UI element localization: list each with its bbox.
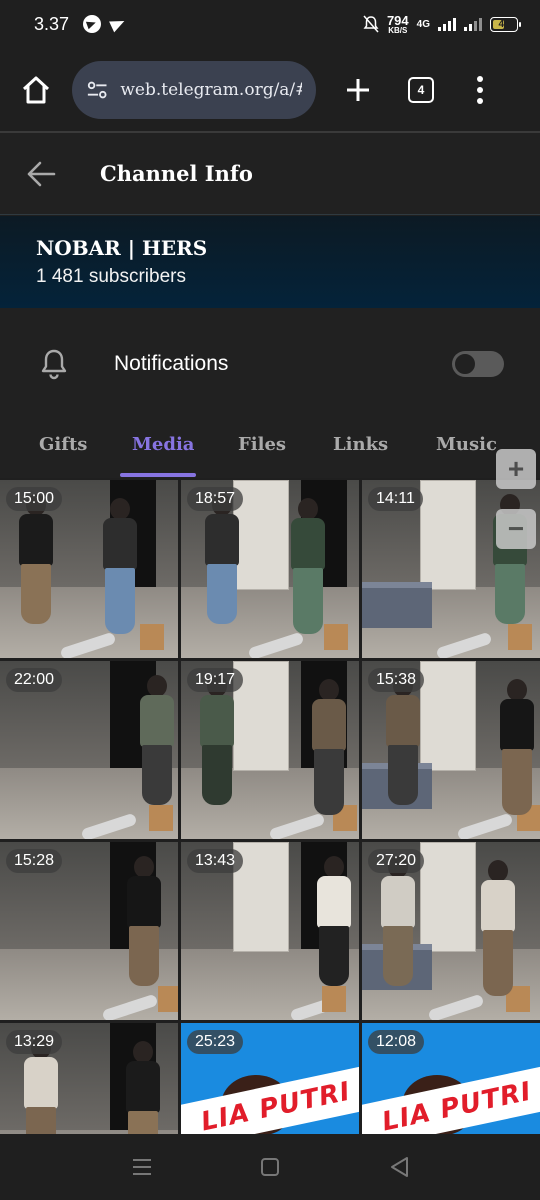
video-duration-badge: 15:38 bbox=[368, 668, 425, 692]
signal-icon-2 bbox=[464, 17, 482, 31]
media-thumbnail[interactable]: 19:17 bbox=[181, 661, 359, 839]
video-duration-badge: 15:00 bbox=[6, 487, 63, 511]
channel-name: NOBAR | HERS bbox=[36, 236, 208, 260]
shared-media-tabs: Gifts Media Files Links Music bbox=[0, 420, 540, 478]
video-duration-badge: 19:17 bbox=[187, 668, 244, 692]
notifications-toggle[interactable] bbox=[452, 351, 504, 377]
tab-switcher-button[interactable]: 4 bbox=[408, 77, 434, 103]
media-thumbnail[interactable]: 13:29 bbox=[0, 1023, 178, 1134]
media-thumbnail[interactable]: 13:43 bbox=[181, 842, 359, 1020]
back-arrow-icon[interactable] bbox=[26, 159, 56, 189]
system-nav-bar bbox=[0, 1134, 540, 1200]
video-duration-badge: 25:23 bbox=[187, 1030, 244, 1054]
url-text: web.telegram.org/a/#- bbox=[120, 80, 302, 100]
media-thumbnail[interactable]: 15:00 bbox=[0, 480, 178, 658]
status-time: 3.37 bbox=[34, 13, 70, 34]
telegram-notification-icon bbox=[83, 15, 102, 33]
video-duration-badge: 13:43 bbox=[187, 849, 244, 873]
network-speed: 794 KB/S bbox=[386, 12, 409, 35]
media-thumbnail[interactable]: 15:28 bbox=[0, 842, 178, 1020]
tab-media[interactable]: Media bbox=[132, 434, 194, 455]
site-settings-icon[interactable] bbox=[86, 78, 108, 102]
telegram-plane-icon bbox=[109, 15, 127, 33]
video-duration-badge: 13:29 bbox=[6, 1030, 63, 1054]
notifications-row[interactable]: Notifications bbox=[0, 308, 540, 420]
media-thumbnail[interactable]: 22:00 bbox=[0, 661, 178, 839]
recent-apps-icon[interactable] bbox=[128, 1154, 156, 1180]
video-duration-badge: 22:00 bbox=[6, 668, 63, 692]
zoom-in-button[interactable]: + bbox=[496, 449, 536, 489]
browser-toolbar: web.telegram.org/a/#- 4 bbox=[0, 48, 540, 132]
media-thumbnail[interactable]: 27:20 bbox=[362, 842, 540, 1020]
media-thumbnail[interactable]: 14:11 bbox=[362, 480, 540, 658]
zoom-out-button[interactable]: − bbox=[496, 509, 536, 549]
promo-overlay-text: LIA PUTRI bbox=[198, 1076, 354, 1134]
battery-icon: 44 bbox=[490, 16, 521, 32]
page-title: Channel Info bbox=[100, 161, 253, 186]
home-icon[interactable] bbox=[20, 74, 52, 106]
media-thumbnail[interactable]: LIA PUTRI 25:23 bbox=[181, 1023, 359, 1134]
bell-muted-icon bbox=[363, 15, 379, 33]
signal-icon bbox=[438, 17, 456, 31]
promo-banner: LIA PUTRI bbox=[181, 1061, 359, 1134]
video-duration-badge: 15:28 bbox=[6, 849, 63, 873]
promo-overlay-text: LIA PUTRI bbox=[379, 1076, 535, 1134]
notifications-label: Notifications bbox=[114, 352, 229, 375]
video-duration-badge: 18:57 bbox=[187, 487, 244, 511]
tab-music[interactable]: Music bbox=[436, 434, 497, 455]
video-duration-badge: 14:11 bbox=[368, 487, 423, 511]
home-nav-icon[interactable] bbox=[256, 1154, 284, 1180]
new-tab-icon[interactable] bbox=[344, 76, 372, 104]
active-tab-indicator bbox=[120, 473, 196, 477]
channel-card: NOBAR | HERS 1 481 subscribers bbox=[0, 216, 540, 308]
video-duration-badge: 27:20 bbox=[368, 849, 425, 873]
tab-gifts[interactable]: Gifts bbox=[39, 434, 87, 455]
video-duration-badge: 12:08 bbox=[368, 1030, 425, 1054]
media-grid: 15:00 18:57 14:11 22:00 19:17 15:38 15:28 13:43… bbox=[0, 478, 540, 1134]
status-bar: 3.37 794 KB/S 4G 44 bbox=[0, 0, 540, 48]
subscriber-count: 1 481 subscribers bbox=[36, 266, 186, 287]
tab-links[interactable]: Links bbox=[333, 434, 388, 455]
media-thumbnail[interactable]: 15:38 bbox=[362, 661, 540, 839]
tab-files[interactable]: Files bbox=[238, 434, 286, 455]
bell-icon bbox=[41, 349, 67, 380]
promo-banner: LIA PUTRI bbox=[362, 1061, 540, 1134]
media-thumbnail[interactable]: LIA PUTRI 12:08 bbox=[362, 1023, 540, 1134]
more-menu-icon[interactable] bbox=[476, 76, 484, 104]
back-nav-icon[interactable] bbox=[386, 1154, 414, 1180]
url-bar[interactable]: web.telegram.org/a/#- bbox=[72, 61, 316, 119]
media-thumbnail[interactable]: 18:57 bbox=[181, 480, 359, 658]
network-type: 4G bbox=[416, 18, 430, 30]
channel-info-header: Channel Info bbox=[0, 133, 540, 215]
